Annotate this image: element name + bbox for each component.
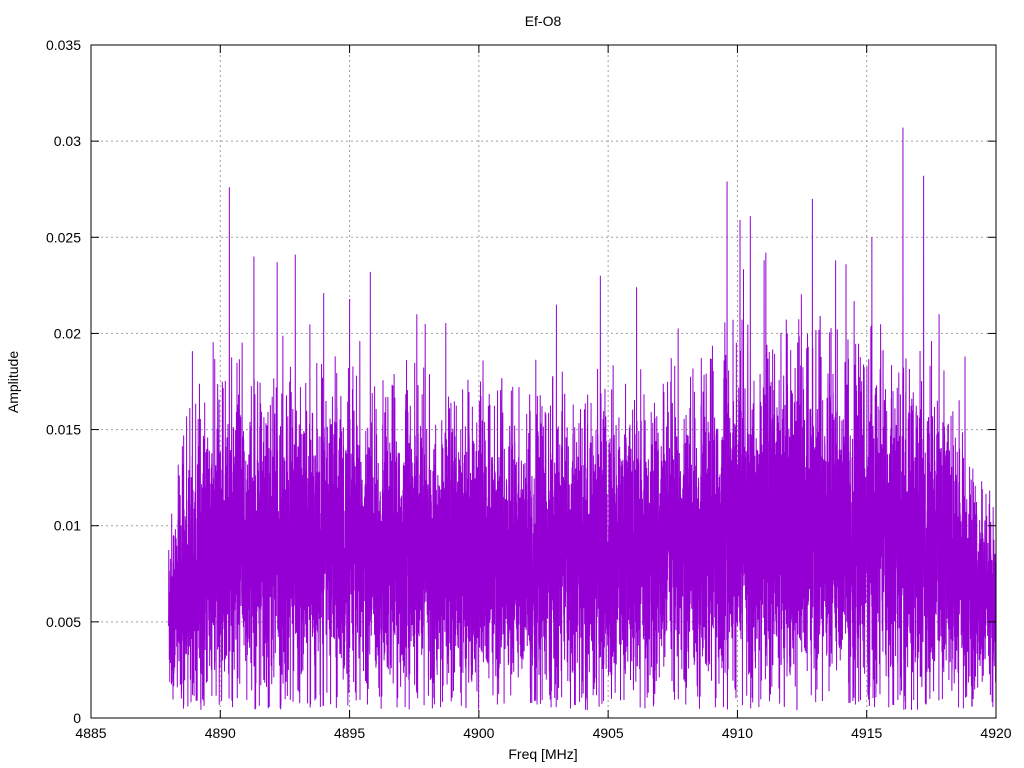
x-tick-label: 4915 xyxy=(851,725,882,741)
y-tick-label: 0 xyxy=(73,710,81,726)
x-tick-label: 4895 xyxy=(334,725,365,741)
y-tick-label: 0.02 xyxy=(54,325,81,341)
x-tick-label: 4890 xyxy=(205,725,236,741)
y-tick-label: 0.005 xyxy=(46,614,81,630)
chart-container: 4885 4890 4895 4900 4905 4910 4915 4920 0 0.005 0.… xyxy=(0,0,1024,768)
y-tick-label: 0.03 xyxy=(54,133,81,149)
x-tick-label: 4885 xyxy=(75,725,106,741)
x-tick-label: 4920 xyxy=(980,725,1011,741)
y-axis-label: Amplitude xyxy=(5,351,21,413)
y-tick-label: 0.025 xyxy=(46,229,81,245)
chart-title: Ef-O8 xyxy=(525,13,562,29)
x-axis-label: Freq [MHz] xyxy=(508,746,577,762)
y-tick-label: 0.01 xyxy=(54,518,81,534)
x-tick-label: 4900 xyxy=(463,725,494,741)
x-tick-label: 4910 xyxy=(722,725,753,741)
amplitude-spectrum-chart: 4885 4890 4895 4900 4905 4910 4915 4920 0 0.005 0.… xyxy=(0,0,1024,768)
y-tick-label: 0.035 xyxy=(46,37,81,53)
y-tick-label: 0.015 xyxy=(46,422,81,438)
x-tick-label: 4905 xyxy=(593,725,624,741)
